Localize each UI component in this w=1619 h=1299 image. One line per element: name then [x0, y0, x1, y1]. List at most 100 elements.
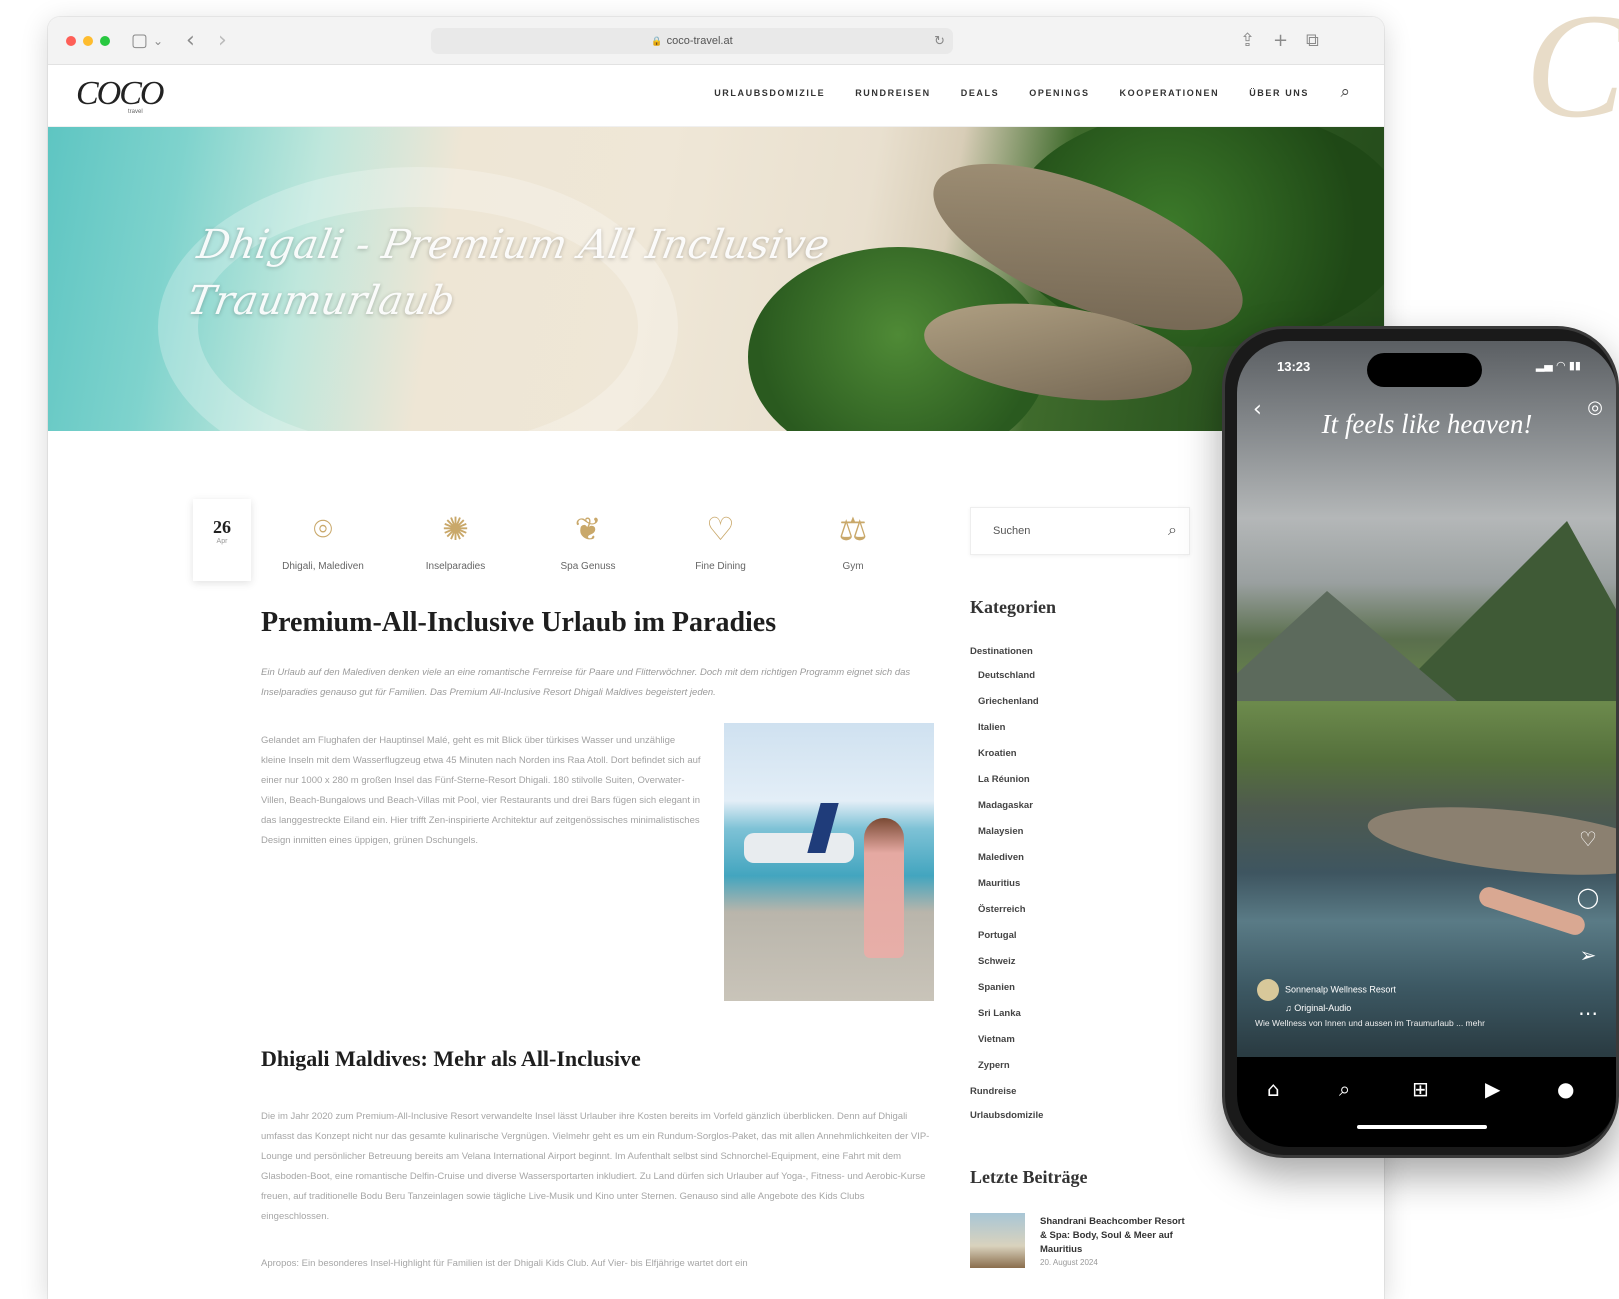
hero-title: Dhigali - Premium All Inclusive Traumurl… [184, 222, 833, 324]
zoom-window-button[interactable] [100, 36, 110, 46]
category-item[interactable]: Malediven [970, 845, 1043, 871]
nav-item-rundreisen[interactable]: RUNDREISEN [855, 88, 931, 98]
person-shape [864, 818, 904, 958]
avatar[interactable] [1257, 979, 1279, 1001]
category-item[interactable]: La Réunion [970, 767, 1043, 793]
category-item[interactable]: Deutschland [970, 663, 1043, 689]
category-item[interactable]: Schweiz [970, 949, 1043, 975]
search-icon[interactable]: ⌕ [1340, 82, 1350, 102]
gym-icon: ⚖ [838, 510, 868, 548]
feature-label: Spa Genuss [560, 561, 616, 572]
reel-username[interactable]: Sonnenalp Wellness Resort [1285, 984, 1396, 994]
category-item[interactable]: Destinationen [970, 639, 1043, 663]
category-item[interactable]: Sri Lanka [970, 1001, 1043, 1027]
feature-item: ✺ Inselparadies [401, 505, 511, 572]
nav-item-urlaubsdomizile[interactable]: URLAUBSDOMIZILE [714, 88, 825, 98]
category-item[interactable]: Griechenland [970, 689, 1043, 715]
category-item[interactable]: Portugal [970, 923, 1043, 949]
lock-icon: 🔒 [651, 36, 663, 46]
sidebar-search[interactable]: Suchen ⌕ [970, 507, 1190, 555]
more-icon[interactable]: ⋯ [1573, 1001, 1603, 1059]
phone-screen: 13:23 ▂▄ ◠ ▮▮ ‹ ◎ It feels like heaven! … [1237, 341, 1616, 1147]
sidebar-search-placeholder: Suchen [993, 525, 1031, 537]
article-subheading: Dhigali Maldives: Mehr als All-Inclusive [261, 1046, 641, 1071]
recent-posts-heading: Letzte Beiträge [970, 1167, 1088, 1187]
reload-icon[interactable]: ↻ [934, 28, 945, 54]
feature-item: ❦ Spa Genuss [533, 505, 643, 572]
category-item[interactable]: Rundreise [970, 1079, 1043, 1103]
browser-window: ▢ ⌄ ‹ › 🔒 coco-travel.at ↻ ⇪ + ⧉ COCO tra… [48, 17, 1384, 1299]
category-item[interactable]: Malaysien [970, 819, 1043, 845]
search-icon[interactable]: ⌕ [1168, 520, 1177, 540]
post-date-day: 26 [213, 517, 231, 537]
site-header: COCO travel URLAUBSDOMIZILE RUNDREISEN D… [48, 65, 1384, 127]
category-item[interactable]: Urlaubsdomizile [970, 1103, 1043, 1127]
reel-caption: It feels like heaven! [1321, 409, 1533, 439]
recent-post-title[interactable]: Shandrani Beachcomber Resort & Spa: Body… [1040, 1215, 1190, 1257]
new-tab-icon[interactable]: + [1273, 29, 1288, 53]
heart-dining-icon: ♡ [706, 510, 735, 548]
recent-post-thumbnail[interactable] [970, 1213, 1025, 1268]
reel-description[interactable]: Wie Wellness von Innen und aussen im Tra… [1255, 1015, 1555, 1031]
recent-post-item[interactable]: Shandrani Beachcomber Resort & Spa: Body… [970, 1213, 1200, 1283]
share-icon[interactable]: ➢ [1573, 943, 1603, 1001]
category-item[interactable]: Mauritius [970, 871, 1043, 897]
nav-item-openings[interactable]: OPENINGS [1029, 88, 1089, 98]
site-logo[interactable]: COCO [76, 75, 164, 113]
category-item[interactable]: Zypern [970, 1053, 1043, 1079]
category-item[interactable]: Kroatien [970, 741, 1043, 767]
sidebar-toggle-icon[interactable]: ▢ [131, 29, 148, 53]
nav-item-ueber-uns[interactable]: ÜBER UNS [1249, 88, 1309, 98]
phone-bottom-nav: ⌂ ⌕ ⊞ ▶ ● [1237, 1057, 1616, 1147]
category-item[interactable]: Italien [970, 715, 1043, 741]
location-pin-icon: ⌾ [313, 510, 333, 548]
swimmer-shape [1476, 884, 1588, 938]
article-paragraph: Die im Jahr 2020 zum Premium-All-Inclusi… [261, 1111, 930, 1222]
lotus-icon: ❦ [574, 510, 602, 548]
site-logo-subtitle: travel [128, 109, 143, 115]
feature-icons-row: ⌾ Dhigali, Malediven ✺ Inselparadies ❦ S… [268, 505, 908, 572]
post-date: 26 Apr [193, 499, 251, 581]
reel-actions: ♡ ◯ ➢ ⋯ [1573, 827, 1603, 1059]
browser-toolbar: ▢ ⌄ ‹ › 🔒 coco-travel.at ↻ ⇪ + ⧉ [48, 17, 1384, 65]
comment-icon[interactable]: ◯ [1573, 885, 1603, 943]
category-list: Destinationen Deutschland Griechenland Ital… [970, 639, 1043, 1127]
reel-author[interactable]: Sonnenalp Wellness Resort ♫ Original-Aud… [1257, 979, 1396, 1013]
search-icon[interactable]: ⌕ [1339, 1077, 1350, 1101]
back-icon[interactable]: ‹ [186, 29, 195, 53]
decorative-brand-logo: Co [1525, 0, 1619, 149]
category-item[interactable]: Österreich [970, 897, 1043, 923]
profile-icon[interactable]: ● [1557, 1077, 1574, 1101]
article-intro: Ein Urlaub auf den Malediven denken viel… [261, 667, 911, 698]
home-icon[interactable]: ⌂ [1267, 1077, 1280, 1101]
hero-banner: Dhigali - Premium All Inclusive Traumurl… [48, 127, 1384, 431]
nav-item-deals[interactable]: DEALS [961, 88, 1000, 98]
category-item[interactable]: Vietnam [970, 1027, 1043, 1053]
feature-label: Dhigali, Malediven [282, 561, 364, 572]
address-bar[interactable]: 🔒 coco-travel.at ↻ [431, 28, 953, 54]
create-post-icon[interactable]: ⊞ [1412, 1077, 1429, 1101]
tab-overview-icon[interactable]: ⧉ [1306, 29, 1319, 53]
forward-icon[interactable]: › [218, 29, 227, 53]
minimize-window-button[interactable] [83, 36, 93, 46]
close-window-button[interactable] [66, 36, 76, 46]
share-icon[interactable]: ⇪ [1240, 29, 1255, 53]
recent-post-date: 20. August 2024 [1040, 1258, 1098, 1267]
feature-label: Fine Dining [695, 561, 746, 572]
reel-audio[interactable]: ♫ Original-Audio [1285, 1003, 1396, 1013]
feature-label: Inselparadies [425, 561, 486, 572]
reels-icon[interactable]: ▶ [1485, 1077, 1500, 1101]
category-item[interactable]: Spanien [970, 975, 1043, 1001]
article-paragraph: Apropos: Ein besonderes Insel-Highlight … [261, 1258, 748, 1269]
dynamic-island [1367, 353, 1482, 387]
status-time: 13:23 [1277, 359, 1311, 374]
chevron-down-icon[interactable]: ⌄ [153, 29, 163, 53]
nav-item-kooperationen[interactable]: KOOPERATIONEN [1120, 88, 1220, 98]
article-photo[interactable] [724, 723, 934, 1001]
main-navigation: URLAUBSDOMIZILE RUNDREISEN DEALS OPENING… [714, 88, 1309, 98]
smartphone-mockup: 13:23 ▂▄ ◠ ▮▮ ‹ ◎ It feels like heaven! … [1222, 326, 1619, 1158]
home-indicator [1357, 1125, 1487, 1129]
like-icon[interactable]: ♡ [1573, 827, 1603, 885]
categories-heading: Kategorien [970, 597, 1056, 617]
category-item[interactable]: Madagaskar [970, 793, 1043, 819]
